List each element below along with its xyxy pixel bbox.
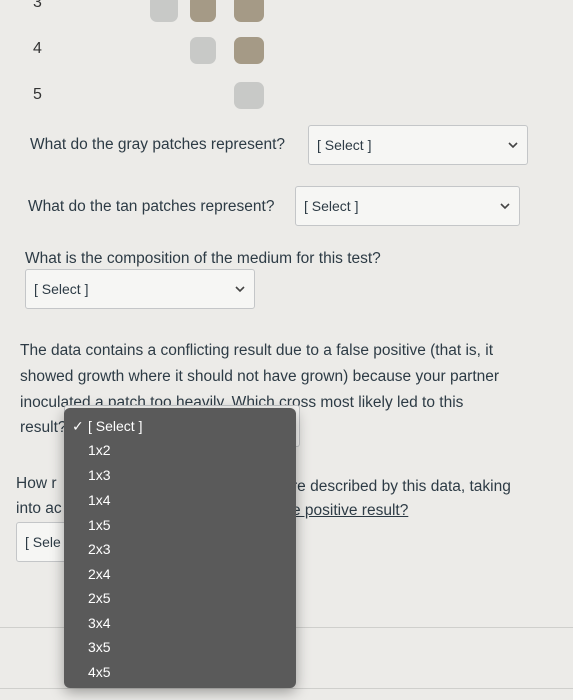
how-many-text-end: re described by this data, taking — [292, 478, 511, 495]
quiz-page: 3 4 5 What do the gray patches represent… — [0, 0, 573, 700]
result-label: result? — [20, 419, 67, 436]
check-icon: ✓ — [72, 418, 84, 434]
question-tan-patches: What do the tan patches represent? — [28, 198, 275, 215]
dropdown-option-3x4[interactable]: 3x4 — [88, 611, 111, 635]
divider — [0, 688, 573, 689]
tan-patch — [190, 0, 216, 22]
chevron-down-icon — [235, 286, 245, 293]
dropdown-option-select[interactable]: ✓[ Select ] — [72, 414, 142, 438]
select-label: [ Select ] — [317, 137, 372, 153]
question-gray-patches: What do the gray patches represent? — [30, 136, 286, 153]
select-label: [ Select ] — [34, 281, 89, 297]
dropdown-option-1x4[interactable]: 1x4 — [88, 488, 111, 512]
row-number-5: 5 — [33, 86, 42, 103]
dropdown-option-2x5[interactable]: 2x5 — [88, 586, 111, 610]
dropdown-option-1x5[interactable]: 1x5 — [88, 513, 111, 537]
tan-patches-select[interactable]: [ Select ] — [295, 186, 520, 226]
dropdown-option-1x3[interactable]: 1x3 — [88, 463, 111, 487]
how-many-text-line2-end: e positive result? — [292, 502, 409, 519]
chevron-down-icon — [508, 142, 518, 149]
tan-patch — [234, 0, 264, 22]
dropdown-option-2x3[interactable]: 2x3 — [88, 537, 111, 561]
tan-patch — [234, 37, 264, 64]
chevron-down-icon — [500, 203, 510, 210]
gray-patch — [234, 82, 264, 109]
gray-patches-select[interactable]: [ Select ] — [308, 125, 528, 165]
select-label: [ Select ] — [304, 198, 359, 214]
dropdown-option-4x5[interactable]: 4x5 — [88, 660, 111, 684]
dropdown-option-3x5[interactable]: 3x5 — [88, 635, 111, 659]
gray-patch — [150, 0, 178, 22]
row-number-3: 3 — [33, 0, 42, 11]
gray-patch — [190, 37, 216, 64]
dropdown-option-1x2[interactable]: 1x2 — [88, 438, 111, 462]
question-medium-composition: What is the composition of the medium fo… — [25, 250, 381, 267]
medium-select[interactable]: [ Select ] — [25, 269, 255, 309]
cross-dropdown-menu[interactable]: ✓[ Select ] 1x2 1x3 1x4 1x5 2x3 2x4 2x5 … — [64, 408, 296, 688]
select-label: [ Sele — [25, 534, 61, 550]
how-many-text-start: How r — [16, 475, 57, 492]
how-many-text-line2-start: into ac — [16, 500, 62, 517]
dropdown-option-2x4[interactable]: 2x4 — [88, 562, 111, 586]
row-number-4: 4 — [33, 40, 42, 57]
